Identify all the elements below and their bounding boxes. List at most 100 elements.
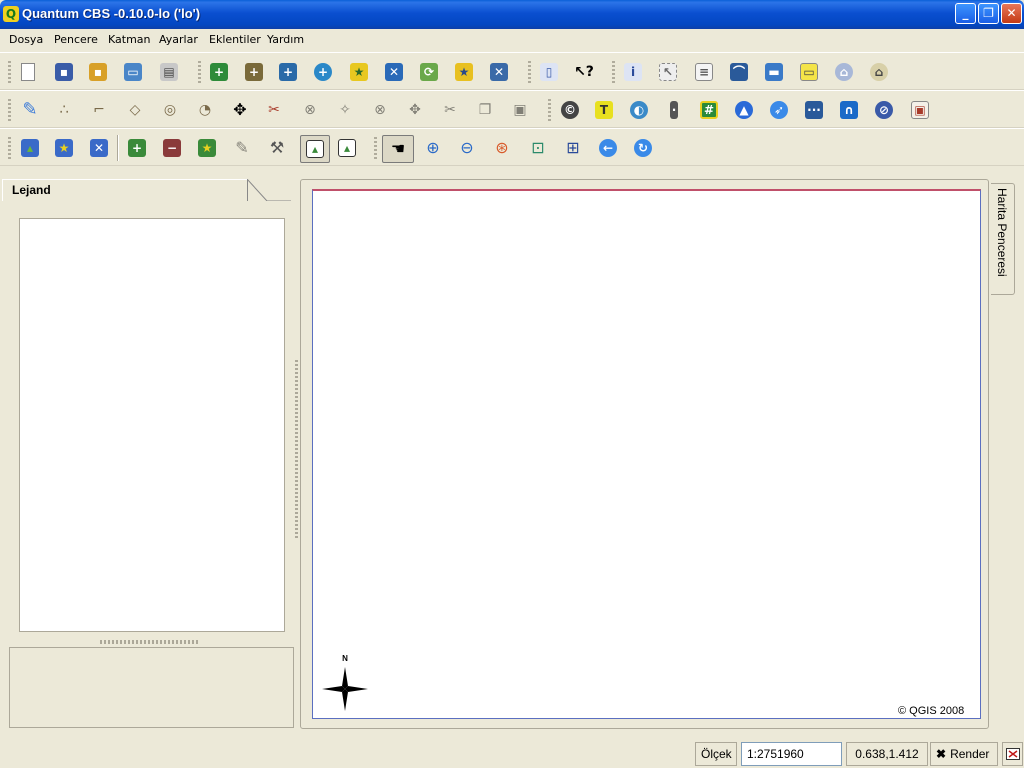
toolbar-grip[interactable] bbox=[612, 61, 615, 83]
remove-overview-icon[interactable]: ▴ bbox=[336, 137, 358, 159]
show-layer-star-icon[interactable]: ★ bbox=[53, 137, 75, 159]
capture-polygon-icon[interactable]: ◇ bbox=[124, 99, 146, 121]
zoom-out-icon[interactable]: ⊖ bbox=[456, 137, 478, 159]
remove-layer-icon[interactable]: ✕ bbox=[383, 61, 405, 83]
zoom-in-icon[interactable]: ⊕ bbox=[422, 137, 444, 159]
grass-icon[interactable]: ▣ bbox=[909, 99, 931, 121]
coordinate-readout: 0.638,1.412 bbox=[846, 742, 928, 766]
add-all-icon[interactable]: + bbox=[126, 137, 148, 159]
toolbar-grip[interactable] bbox=[8, 61, 11, 83]
close-button[interactable]: ✕ bbox=[1001, 3, 1022, 24]
menu-window[interactable]: Pencere bbox=[54, 33, 98, 46]
whats-this-icon[interactable]: ↖? bbox=[573, 61, 595, 83]
map-tips-icon[interactable]: ▭ bbox=[798, 61, 820, 83]
copy-features-icon[interactable]: ❐ bbox=[474, 99, 496, 121]
measure-area-icon[interactable]: ▬ bbox=[763, 61, 785, 83]
gps-icon[interactable]: · bbox=[663, 99, 685, 121]
minimize-button[interactable]: _ bbox=[955, 3, 976, 24]
layer-refresh-icon[interactable]: ⟳ bbox=[418, 61, 440, 83]
new-project-icon[interactable] bbox=[17, 61, 39, 83]
toolbar-grip[interactable] bbox=[548, 99, 551, 121]
bookmark-icon[interactable]: ⌂ bbox=[833, 61, 855, 83]
toolbar-grip[interactable] bbox=[374, 137, 377, 159]
wfs-icon[interactable]: ∩ bbox=[838, 99, 860, 121]
add-island-icon[interactable]: ◔ bbox=[194, 99, 216, 121]
add-layer-star-icon[interactable]: ★ bbox=[453, 61, 475, 83]
restore-button[interactable]: ❐ bbox=[978, 3, 999, 24]
toolbar-grip[interactable] bbox=[528, 61, 531, 83]
status-bar: Ölçek 1:2751960 0.638,1.412 ✖ Render bbox=[0, 740, 1024, 768]
scalebar-icon[interactable]: ➶ bbox=[768, 99, 790, 121]
delimited-text-icon[interactable]: T bbox=[593, 99, 615, 121]
move-vertex-icon[interactable]: ✥ bbox=[404, 99, 426, 121]
delete-selected-icon[interactable]: ⊗ bbox=[299, 99, 321, 121]
capture-point-icon[interactable]: ∴ bbox=[53, 99, 75, 121]
identify-icon[interactable]: i bbox=[622, 61, 644, 83]
toolbar-grip[interactable] bbox=[8, 137, 11, 159]
app-logo-icon: Q bbox=[3, 6, 19, 22]
map-canvas[interactable] bbox=[312, 189, 981, 719]
show-star-icon[interactable]: ★ bbox=[196, 137, 218, 159]
help-book-icon[interactable]: ▯ bbox=[538, 61, 560, 83]
north-label: N bbox=[342, 654, 348, 663]
paste-features-icon[interactable]: ▣ bbox=[509, 99, 531, 121]
stop-rendering-icon[interactable] bbox=[1002, 742, 1023, 766]
cut-features-icon[interactable]: ✂ bbox=[439, 99, 461, 121]
dock-splitter-handle[interactable] bbox=[295, 360, 298, 540]
spit-icon[interactable]: ··· bbox=[803, 99, 825, 121]
menu-plugins[interactable]: Eklentiler bbox=[209, 33, 261, 46]
hide-layer-icon[interactable]: ✕ bbox=[488, 61, 510, 83]
checkbox-check-icon: ✖ bbox=[936, 747, 947, 761]
capture-line-icon[interactable]: ⌐ bbox=[88, 99, 110, 121]
split-feature-icon[interactable]: ✂ bbox=[263, 99, 285, 121]
graticule-icon[interactable]: # bbox=[698, 99, 720, 121]
new-bookmark-icon[interactable]: ⌂ bbox=[868, 61, 890, 83]
attribute-table-icon[interactable]: ≡ bbox=[693, 61, 715, 83]
legend-splitter-handle[interactable] bbox=[100, 640, 200, 644]
zoom-to-selection-icon[interactable]: ⊡ bbox=[527, 137, 549, 159]
quick-print-icon[interactable]: ⊘ bbox=[873, 99, 895, 121]
move-feature-icon[interactable]: ✥ bbox=[229, 99, 251, 121]
show-all-layers-icon[interactable]: ★ bbox=[348, 61, 370, 83]
menu-settings[interactable]: Ayarlar bbox=[159, 33, 198, 46]
in-overview-icon[interactable]: ▴ bbox=[300, 135, 330, 163]
toolbar-grip[interactable] bbox=[8, 99, 11, 121]
add-wms-layer-icon[interactable]: + bbox=[312, 61, 334, 83]
copyright-label-icon[interactable]: © bbox=[559, 99, 581, 121]
pan-icon[interactable]: ☚ bbox=[382, 135, 414, 163]
menu-layer[interactable]: Katman bbox=[108, 33, 151, 46]
overview-pencil-icon[interactable]: ✎ bbox=[231, 137, 253, 159]
save-as-icon[interactable]: ▪ bbox=[87, 61, 109, 83]
delete-vertex-icon[interactable]: ⊗ bbox=[369, 99, 391, 121]
render-label: Render bbox=[950, 747, 990, 761]
add-raster-layer-icon[interactable]: + bbox=[243, 61, 265, 83]
toolbar-grip[interactable] bbox=[198, 61, 201, 83]
add-vector-layer-icon[interactable]: + bbox=[208, 61, 230, 83]
open-project-icon[interactable]: ▭ bbox=[122, 61, 144, 83]
title-bar[interactable]: Q Quantum CBS -0.10.0-lo ('lo') _ ❐ ✕ bbox=[0, 0, 1024, 29]
toggle-editing-icon[interactable]: ✎ bbox=[19, 99, 41, 121]
zoom-to-layer-icon[interactable]: ⊞ bbox=[562, 137, 584, 159]
georeferencer-icon[interactable]: ◐ bbox=[628, 99, 650, 121]
remove-all-icon[interactable]: − bbox=[161, 137, 183, 159]
zoom-full-icon[interactable]: ⊛ bbox=[491, 137, 513, 159]
add-ring-icon[interactable]: ◎ bbox=[159, 99, 181, 121]
add-vertex-icon[interactable]: ✧ bbox=[334, 99, 356, 121]
scale-input[interactable]: 1:2751960 bbox=[741, 742, 842, 766]
show-all-icon[interactable]: ▴ bbox=[19, 137, 41, 159]
menu-file[interactable]: Dosya bbox=[9, 33, 43, 46]
add-postgis-layer-icon[interactable]: + bbox=[277, 61, 299, 83]
measure-line-icon[interactable]: ⌒ bbox=[728, 61, 750, 83]
refresh-icon[interactable]: ↻ bbox=[632, 137, 654, 159]
menu-help[interactable]: Yardım bbox=[267, 33, 304, 46]
legend-panel[interactable] bbox=[19, 218, 285, 632]
overview-panel[interactable] bbox=[9, 647, 294, 728]
zoom-last-icon[interactable]: ← bbox=[597, 137, 619, 159]
select-icon[interactable]: ↖ bbox=[657, 61, 679, 83]
north-arrow-icon[interactable]: ▲ bbox=[733, 99, 755, 121]
save-project-icon[interactable]: ▪ bbox=[53, 61, 75, 83]
print-icon[interactable]: ▤ bbox=[158, 61, 180, 83]
hammer-icon[interactable]: ⚒ bbox=[266, 137, 288, 159]
render-checkbox[interactable]: ✖ Render bbox=[930, 742, 998, 766]
hide-all-icon[interactable]: ✕ bbox=[88, 137, 110, 159]
